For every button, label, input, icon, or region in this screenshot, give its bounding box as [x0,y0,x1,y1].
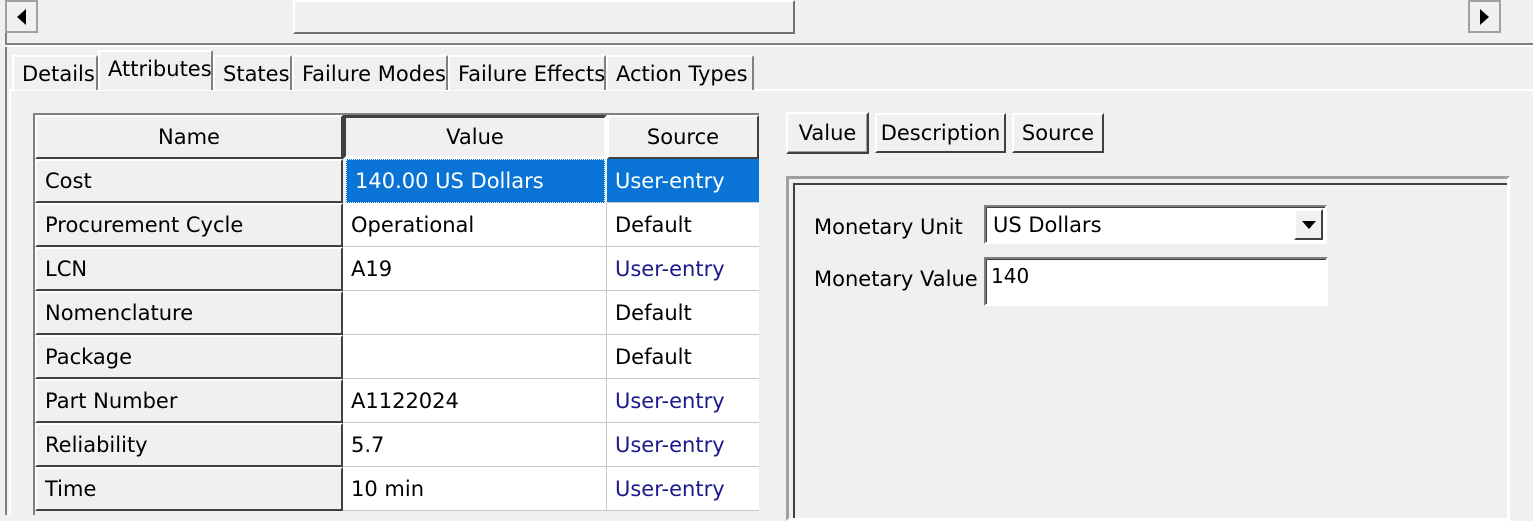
table-row[interactable]: Part Number A1122024 User-entry [35,379,759,423]
row-name-cell[interactable]: LCN [35,247,343,291]
tab-failure-effects[interactable]: Failure Effects [448,55,606,90]
row-name-cell[interactable]: Part Number [35,379,343,423]
row-name-cell[interactable]: Package [35,335,343,379]
table-row[interactable]: Nomenclature Default [35,291,759,335]
row-source-cell[interactable]: User-entry [607,467,759,511]
tab-label: Failure Effects [458,61,606,86]
row-value-cell[interactable]: 5.7 [343,423,607,467]
row-source-cell[interactable]: User-entry [607,423,759,467]
detail-tab-label: Value [798,121,857,145]
table-row[interactable]: Procurement Cycle Operational Default [35,203,759,247]
monetary-value-label: Monetary Value [814,267,978,291]
scroll-thumb[interactable] [293,0,795,34]
row-value-cell[interactable]: A1122024 [343,379,607,423]
row-value-cell[interactable]: A19 [343,247,607,291]
column-header-source[interactable]: Source [607,115,759,159]
tab-failure-modes[interactable]: Failure Modes [292,55,448,90]
horizontal-scrollbar[interactable] [0,0,1533,34]
tab-label: Attributes [108,57,212,81]
table-row[interactable]: Reliability 5.7 User-entry [35,423,759,467]
row-name-cell[interactable]: Reliability [35,423,343,467]
tab-states[interactable]: States [213,55,292,90]
header-label: Name [158,125,220,149]
tab-details[interactable]: Details [12,55,98,90]
header-label: Source [646,125,720,149]
detail-tab-description[interactable]: Description [875,113,1006,153]
row-name-cell[interactable]: Cost [35,159,343,203]
row-source-cell[interactable]: User-entry [607,247,759,291]
column-header-name[interactable]: Name [35,115,343,159]
monetary-value-text: 140 [991,264,1030,288]
tab-attributes[interactable]: Attributes [98,50,213,90]
tab-action-types[interactable]: Action Types [606,55,754,90]
row-source-cell[interactable]: Default [607,203,759,247]
row-source-cell[interactable]: Default [607,291,759,335]
scroll-left-button[interactable] [5,0,38,33]
tab-label: Details [22,61,95,86]
tab-label: Failure Modes [302,61,446,86]
monetary-unit-selected: US Dollars [993,213,1102,237]
row-value-cell[interactable] [343,335,607,379]
table-row[interactable]: Time 10 min User-entry [35,467,759,511]
row-value-cell[interactable] [343,291,607,335]
scroll-right-button[interactable] [1468,0,1501,33]
attributes-grid: Name Value Source Cost 140.00 US Dollars… [33,113,759,515]
tab-label: States [223,61,290,86]
monetary-value-input[interactable]: 140 [984,257,1328,306]
arrow-left-icon [17,8,26,25]
monetary-unit-dropdown[interactable]: US Dollars [984,205,1327,244]
table-row[interactable]: Package Default [35,335,759,379]
row-value-cell[interactable]: 140.00 US Dollars [346,159,605,203]
detail-tab-value[interactable]: Value [786,112,869,154]
row-source-cell[interactable]: User-entry [607,159,759,203]
row-source-cell[interactable]: User-entry [607,379,759,423]
arrow-right-icon [1480,8,1489,25]
tab-panel-border-left [9,89,11,515]
row-value-cell[interactable]: Operational [343,203,607,247]
detail-tab-label: Description [880,121,1001,145]
chevron-down-icon [1301,220,1316,229]
splitter[interactable] [5,43,1533,47]
table-row[interactable]: Cost 140.00 US Dollars User-entry [35,159,759,203]
monetary-unit-label: Monetary Unit [814,215,963,239]
row-name-cell[interactable]: Nomenclature [35,291,343,335]
table-row[interactable]: LCN A19 User-entry [35,247,759,291]
row-name-cell[interactable]: Procurement Cycle [35,203,343,247]
left-border [5,0,7,515]
tab-label: Action Types [616,61,748,86]
detail-tab-label: Source [1021,121,1095,145]
row-source-cell[interactable]: Default [607,335,759,379]
column-header-value[interactable]: Value [343,115,607,159]
row-value-cell[interactable]: 10 min [343,467,607,511]
header-label: Value [446,125,504,149]
row-name-cell[interactable]: Time [35,467,343,511]
dropdown-button[interactable] [1294,209,1323,240]
detail-tab-source[interactable]: Source [1012,113,1104,153]
